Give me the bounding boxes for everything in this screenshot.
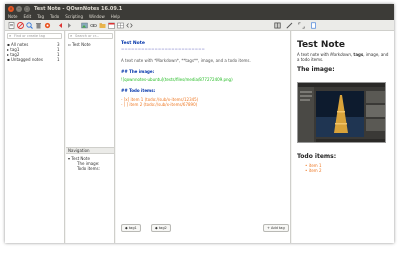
editor-todo-heading: ## Todo items:	[121, 88, 156, 93]
calendar-icon[interactable]	[108, 22, 115, 29]
note-search-placeholder: Search or cr...	[75, 34, 100, 38]
menu-note[interactable]: Note	[8, 14, 17, 19]
navigation-panel: Navigation ▾ Test Note The image: Todo i…	[66, 147, 115, 243]
tag-button-tag1[interactable]: ◆ tag1	[121, 224, 141, 232]
preview-strong: tags	[353, 52, 364, 57]
add-tag-button[interactable]: + Add tag	[263, 224, 289, 232]
preview-emphasis: Markdown	[330, 52, 351, 57]
remove-note-icon[interactable]	[17, 22, 24, 29]
note-editor[interactable]: Test Note ========================= A te…	[116, 31, 291, 243]
nav-item-todo[interactable]: Todo items:	[77, 166, 100, 171]
editor-todo-item[interactable]: - [ ] item 2 (todo://sub/x-items/67890)	[121, 102, 197, 107]
notes-panel: ⌕ Search or cr... ▫ Test Note	[66, 31, 115, 147]
menu-edit[interactable]: Edit	[23, 14, 31, 19]
tag-button-tag2[interactable]: ◆ tag2	[151, 224, 171, 232]
distraction-free-icon[interactable]	[310, 22, 317, 29]
table-icon[interactable]	[117, 22, 124, 29]
editor-image-heading: ## The image:	[121, 69, 155, 74]
search-icon: ⌕	[70, 33, 73, 38]
menu-tag[interactable]: Tag	[37, 14, 44, 19]
fullscreen-icon[interactable]	[298, 22, 305, 29]
insert-image-icon[interactable]	[81, 22, 88, 29]
settings-icon[interactable]	[44, 22, 51, 29]
menu-bar: Note Edit Tag Todo Scripting Window Help	[5, 13, 394, 20]
back-icon[interactable]	[57, 22, 64, 29]
tags-panel: ⌕ Find or create tag ▪ All notes 3 ▸ tag…	[5, 31, 65, 243]
editor-image-link[interactable]: ![qownnotes-ubuntu](tests/files/media/87…	[121, 77, 233, 82]
code-icon[interactable]	[126, 22, 133, 29]
window-title: Test Note - QOwnNotes 16.09.1	[34, 5, 123, 12]
menu-help[interactable]: Help	[111, 14, 120, 19]
note-list-item[interactable]: ▫ Test Note	[68, 42, 91, 47]
title-bar: × – □ Test Note - QOwnNotes 16.09.1	[5, 4, 394, 13]
note-search-input[interactable]: ⌕ Search or cr...	[68, 33, 113, 39]
note-preview: Test Note A text note with Markdown, tag…	[292, 31, 394, 243]
search-icon: ⌕	[9, 33, 12, 38]
forward-icon[interactable]	[66, 22, 73, 29]
toolbar	[5, 20, 394, 31]
close-window-button[interactable]: ×	[8, 5, 14, 12]
trash-icon[interactable]	[35, 22, 42, 29]
tag-item-untagged[interactable]: ▪ Untagged notes	[7, 57, 43, 62]
menu-todo[interactable]: Todo	[50, 14, 59, 19]
toggle-layout-icon[interactable]	[274, 22, 281, 29]
preview-todo-heading: Todo items:	[297, 153, 337, 160]
insert-link-icon[interactable]	[90, 22, 97, 29]
tag-count: 1	[57, 57, 60, 62]
editor-body-text: A text note with *Markdown*, **tags**, i…	[121, 58, 251, 63]
minimize-window-button[interactable]: –	[16, 5, 22, 12]
edit-mode-icon[interactable]	[286, 22, 293, 29]
new-note-icon[interactable]	[8, 22, 15, 29]
preview-title: Test Note	[297, 40, 345, 50]
tag-search-input[interactable]: ⌕ Find or create tag	[7, 33, 62, 39]
menu-window[interactable]: Window	[89, 14, 105, 19]
folder-icon[interactable]	[99, 22, 106, 29]
editor-title-underline: =========================	[121, 46, 205, 51]
menu-scripting[interactable]: Scripting	[65, 14, 83, 19]
preview-body-text: A text note with Markdown, tags, image, …	[297, 52, 389, 62]
maximize-window-button[interactable]: □	[24, 5, 30, 12]
tag-search-placeholder: Find or create tag	[14, 34, 45, 38]
navigation-header: Navigation	[66, 148, 114, 154]
search-icon[interactable]	[26, 22, 33, 29]
preview-image-heading: The image:	[297, 66, 335, 73]
app-window: × – □ Test Note - QOwnNotes 16.09.1 Note…	[5, 4, 394, 243]
preview-todo-item[interactable]: • item 2	[305, 168, 322, 173]
preview-screenshot-image	[297, 82, 386, 143]
